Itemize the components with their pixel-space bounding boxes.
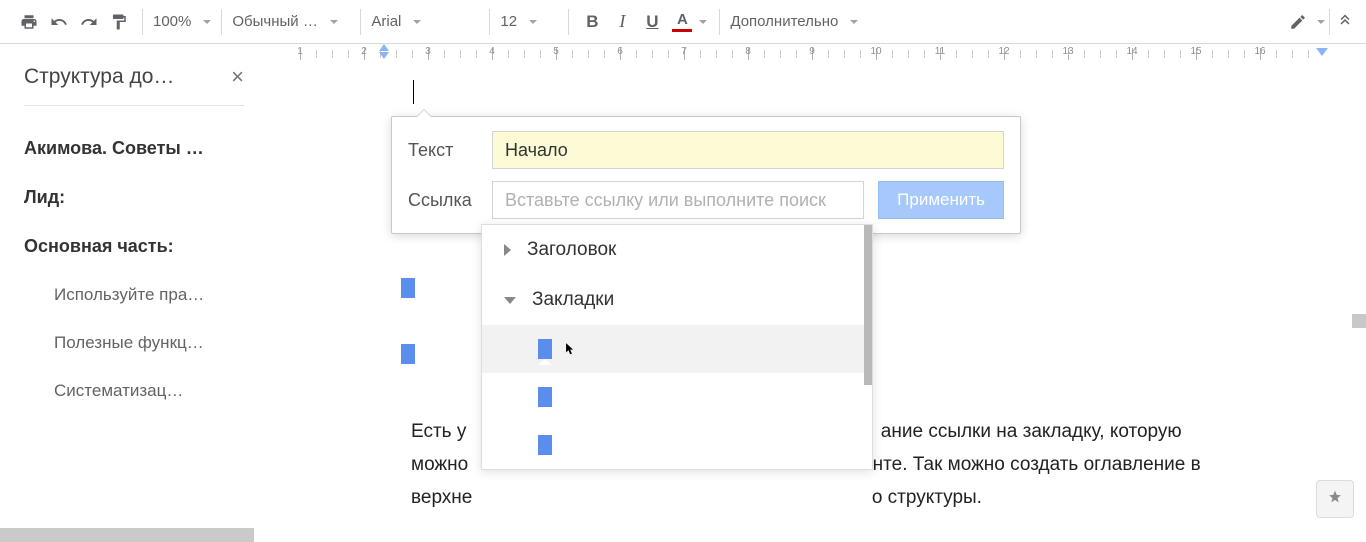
chevron-down-icon (203, 20, 211, 24)
outline-subitem[interactable]: Систематизац… (24, 367, 244, 415)
bookmark-icon (538, 387, 552, 407)
print-icon[interactable] (18, 11, 40, 33)
cursor-pointer-icon (562, 339, 576, 359)
dialog-link-label: Ссылка (408, 190, 478, 211)
bookmark-icon (538, 339, 552, 359)
triangle-right-icon (504, 244, 511, 256)
indent-marker[interactable] (379, 44, 389, 60)
suggestion-heading-section[interactable]: Заголовок (482, 225, 872, 275)
scrollbar-thumb[interactable] (864, 225, 872, 385)
scrollbar-thumb[interactable] (1352, 314, 1366, 328)
chevron-down-icon (413, 20, 421, 24)
style-dropdown[interactable]: Обычный … (226, 7, 356, 37)
collapse-toolbar-icon[interactable] (1334, 11, 1356, 33)
text-cursor (413, 80, 414, 104)
insert-link-dialog: Текст Ссылка Применить (391, 116, 1021, 234)
document-column: 12345678910111213141516 Есть у ание ссыл… (256, 44, 1366, 542)
suggestion-label: Заголовок (527, 239, 616, 261)
document-text: верхне (411, 487, 472, 508)
document-text: Есть у (411, 421, 466, 442)
sidebar-title: Структура до… (24, 65, 174, 89)
outline-item[interactable]: Лид: (24, 173, 244, 222)
more-dropdown[interactable]: Дополнительно (724, 7, 864, 37)
chevron-down-icon (699, 20, 707, 24)
link-url-input[interactable] (492, 181, 864, 219)
more-label: Дополнительно (730, 13, 838, 30)
close-outline-icon[interactable]: × (231, 64, 244, 90)
bookmark-icon[interactable] (401, 278, 415, 303)
italic-button[interactable]: I (611, 11, 633, 33)
toolbar: 100% Обычный … Arial 12 В I U A Дополнит… (0, 0, 1366, 44)
outline-sidebar: Структура до… × Акимова. Советы … Лид: О… (0, 44, 256, 542)
suggestion-bookmark-item[interactable] (482, 325, 872, 373)
fontsize-value: 12 (500, 13, 517, 30)
dialog-text-label: Текст (408, 140, 478, 161)
chevron-down-icon (330, 20, 338, 24)
document-text: ание ссылки на закладку, которую (881, 421, 1182, 442)
horizontal-scrollbar[interactable] (0, 528, 254, 542)
zoom-dropdown[interactable]: 100% (147, 7, 217, 37)
underline-button[interactable]: U (641, 11, 663, 33)
zoom-value: 100% (153, 13, 191, 30)
outline-item[interactable]: Акимова. Советы … (24, 124, 244, 173)
link-suggestions-box: Заголовок Закладки (481, 224, 873, 470)
undo-icon[interactable] (48, 11, 70, 33)
document-text: можно (411, 454, 468, 475)
suggestion-bookmarks-section[interactable]: Закладки (482, 275, 872, 325)
suggestion-bookmark-item[interactable] (482, 373, 872, 421)
font-dropdown[interactable]: Arial (365, 7, 485, 37)
bold-button[interactable]: В (581, 11, 603, 33)
style-value: Обычный … (232, 13, 317, 30)
redo-icon[interactable] (78, 11, 100, 33)
ruler[interactable]: 12345678910111213141516 (256, 44, 1366, 66)
bookmark-icon[interactable] (401, 344, 415, 369)
outline-item[interactable]: Основная часть: (24, 222, 244, 271)
link-text-input[interactable] (492, 131, 1004, 169)
outline-subitem[interactable]: Используйте пра… (24, 271, 244, 319)
main-area: Структура до… × Акимова. Советы … Лид: О… (0, 44, 1366, 542)
document-page[interactable]: Есть у ание ссылки на закладку, которую … (281, 66, 1366, 542)
triangle-down-icon (504, 297, 516, 304)
chevron-down-icon (529, 20, 537, 24)
fontsize-dropdown[interactable]: 12 (494, 7, 564, 37)
text-color-button[interactable]: A (671, 11, 693, 33)
document-text: нте. Так можно создать оглавление в (873, 454, 1201, 475)
document-text: о структуры. (872, 487, 982, 508)
bookmark-icon (538, 435, 552, 455)
right-margin-marker[interactable] (1316, 48, 1336, 62)
apply-button[interactable]: Применить (878, 181, 1004, 219)
outline-subitem[interactable]: Полезные функц… (24, 319, 244, 367)
chevron-down-icon (1317, 20, 1325, 24)
chevron-down-icon (850, 20, 858, 24)
edit-mode-icon[interactable] (1287, 11, 1309, 33)
suggestion-bookmark-item[interactable] (482, 421, 872, 469)
format-paint-icon[interactable] (108, 11, 130, 33)
suggestion-label: Закладки (532, 289, 614, 311)
explore-button[interactable] (1316, 480, 1354, 518)
font-value: Arial (371, 13, 401, 30)
